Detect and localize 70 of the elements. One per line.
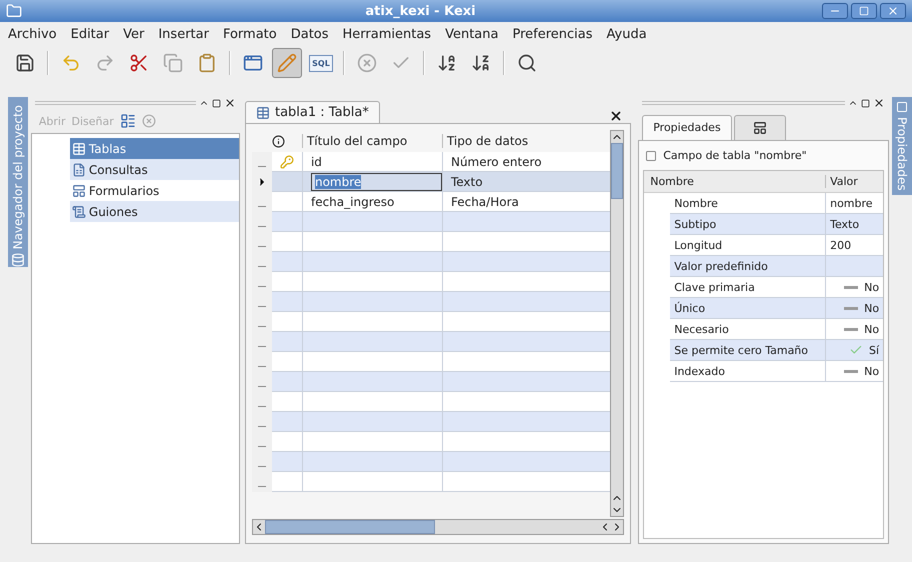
sort-descending-icon [471, 53, 491, 73]
form-icon [72, 184, 86, 198]
tree-item[interactable]: Tablas [70, 138, 239, 159]
scroll-icon [72, 204, 86, 218]
close-icon[interactable] [224, 97, 236, 109]
property-name: Se permite cero Tamaño [670, 340, 826, 361]
horizontal-scrollbar[interactable] [252, 519, 624, 535]
square-icon [896, 101, 908, 113]
pencil-icon [277, 53, 297, 73]
menu-item[interactable]: Datos [290, 27, 329, 42]
close-icon[interactable] [873, 97, 886, 109]
dock-icon[interactable] [212, 98, 221, 108]
window-title: atix_kexi - Kexi [364, 4, 477, 18]
info-icon [272, 134, 285, 148]
table-icon [256, 106, 270, 120]
vertical-scrollbar[interactable] [610, 130, 624, 517]
maximize-button[interactable] [851, 3, 877, 19]
tree-item[interactable]: Consultas [70, 159, 239, 180]
redo-icon [95, 53, 115, 73]
properties-tab[interactable]: Propiedades [642, 115, 732, 140]
widget-icon [752, 121, 767, 135]
tree-item[interactable]: Guiones [70, 201, 239, 222]
close-icon [887, 5, 899, 17]
maximize-icon [859, 6, 869, 16]
menu-item[interactable]: Formato [222, 27, 277, 42]
property-value: No [864, 280, 880, 294]
property-value: 200 [830, 238, 852, 252]
window-icon [243, 53, 263, 73]
menu-item[interactable]: Herramientas [342, 27, 432, 42]
property-value: No [864, 364, 880, 378]
menu-item[interactable]: Preferencias [512, 27, 593, 42]
property-value: Sí [869, 344, 880, 356]
property-caption: Campo de tabla "nombre" [663, 149, 807, 162]
property-value: No [864, 302, 880, 314]
dock-icon[interactable] [861, 98, 870, 108]
table-icon [72, 142, 86, 156]
sql-view-button[interactable]: SQL [306, 48, 336, 78]
property-value: Texto [830, 218, 860, 230]
menu-item[interactable]: Ayuda [606, 27, 647, 42]
scissors-icon [129, 53, 149, 73]
column-header: Valor [825, 175, 884, 188]
cancel-icon [357, 53, 377, 73]
menu-item[interactable]: Archivo [8, 27, 57, 42]
close-button[interactable] [880, 3, 906, 19]
property-name: Subtipo [670, 214, 826, 235]
property-name: Único [670, 298, 826, 319]
clipboard-icon [197, 53, 217, 73]
column-header: Nombre [649, 175, 695, 188]
property-value: No [864, 322, 880, 336]
document-tab[interactable]: tabla1 : Tabla* [244, 101, 380, 123]
query-icon [72, 162, 86, 176]
field-icon [645, 150, 658, 162]
undo-icon [61, 53, 81, 73]
database-icon [10, 253, 25, 268]
property-value: nombre [830, 196, 873, 210]
column-header: Título del campo [302, 134, 442, 148]
minimize-button[interactable] [822, 3, 848, 19]
menu-item[interactable]: Ver [123, 27, 144, 42]
close-icon[interactable] [609, 109, 624, 123]
input-field[interactable]: nombre [310, 172, 442, 190]
menu-item[interactable]: Insertar [158, 27, 209, 42]
menu-item[interactable]: Editar [70, 27, 110, 42]
property-name: Valor predefinido [670, 256, 826, 277]
copy-icon [163, 53, 183, 73]
widget-tab[interactable] [734, 115, 786, 140]
scroll-thumb[interactable] [264, 520, 435, 534]
scroll-thumb[interactable] [611, 143, 624, 199]
sort-ascending-icon [437, 53, 457, 73]
menu-item[interactable]: Ventana [445, 27, 498, 42]
search-icon [517, 53, 537, 73]
